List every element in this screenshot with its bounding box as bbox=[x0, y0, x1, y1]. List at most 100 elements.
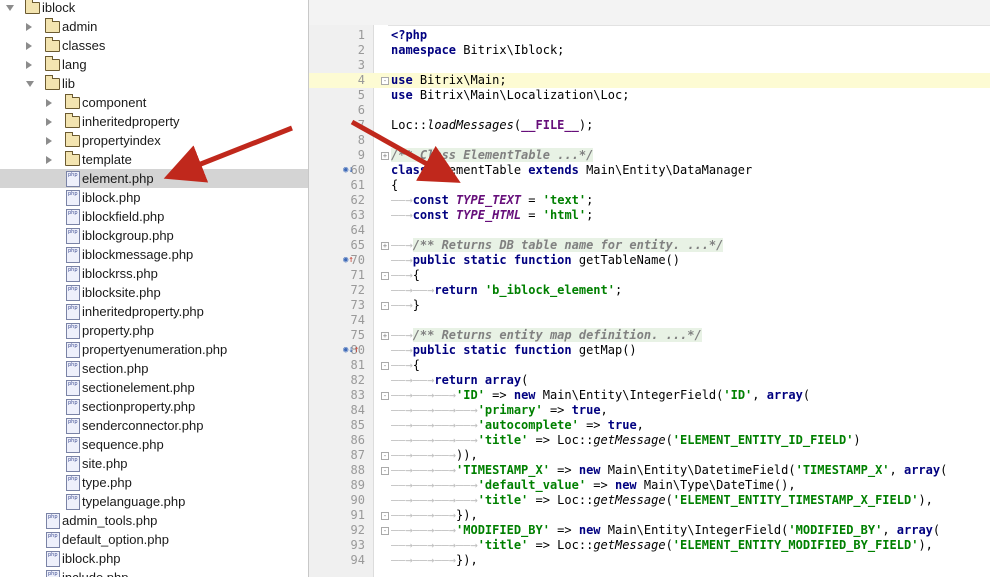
line-number: 88 bbox=[350, 463, 365, 477]
tree-file[interactable]: php property.php bbox=[0, 321, 308, 340]
gutter-marker-icon[interactable]: ◉↑ bbox=[343, 253, 354, 268]
code-line[interactable]: 64 bbox=[309, 223, 990, 238]
tree-file[interactable]: php type.php bbox=[0, 473, 308, 492]
fold-collapse-icon[interactable]: - bbox=[381, 302, 389, 310]
tree-file[interactable]: php sequence.php bbox=[0, 435, 308, 454]
chevron-right-icon[interactable] bbox=[26, 42, 32, 50]
fold-collapse-icon[interactable]: - bbox=[381, 467, 389, 475]
fold-collapse-icon[interactable]: - bbox=[381, 452, 389, 460]
code-line[interactable]: 73 - ——→} bbox=[309, 298, 990, 313]
tree-file[interactable]: php inheritedproperty.php bbox=[0, 302, 308, 321]
chevron-right-icon[interactable] bbox=[46, 118, 52, 126]
code-text: ——→——→——→}), bbox=[391, 508, 478, 522]
code-line[interactable]: 6 bbox=[309, 103, 990, 118]
tree-file[interactable]: php senderconnector.php bbox=[0, 416, 308, 435]
code-line[interactable]: 74 bbox=[309, 313, 990, 328]
code-line[interactable]: 91 - ——→——→——→}), bbox=[309, 508, 990, 523]
code-line[interactable]: 88 - ——→——→——→'TIMESTAMP_X' => new Main\En… bbox=[309, 463, 990, 478]
php-file-icon: php bbox=[66, 399, 80, 415]
fold-collapse-icon[interactable]: - bbox=[381, 512, 389, 520]
fold-collapse-icon[interactable]: - bbox=[381, 527, 389, 535]
code-line[interactable]: 60 ◉↓ class ElementTable extends Main\Enti… bbox=[309, 163, 990, 178]
code-line[interactable]: 84 ——→——→——→——→'primary' => true, bbox=[309, 403, 990, 418]
code-line[interactable]: 92 - ——→——→——→'MODIFIED_BY' => new Main\En… bbox=[309, 523, 990, 538]
code-text: ——→const TYPE_TEXT = 'text'; bbox=[391, 193, 594, 207]
code-line[interactable]: 5 use Bitrix\Main\Localization\Loc; bbox=[309, 88, 990, 103]
code-text: Loc::loadMessages(__FILE__); bbox=[391, 118, 594, 132]
tree-file[interactable]: php propertyenumeration.php bbox=[0, 340, 308, 359]
code-editor[interactable]: 1 <?php 2 namespace Bitrix\Iblock; 3 4- use Bi… bbox=[309, 0, 990, 577]
tree-file[interactable]: php iblockrss.php bbox=[0, 264, 308, 283]
folder-icon bbox=[65, 132, 80, 147]
chevron-right-icon[interactable] bbox=[46, 137, 52, 145]
fold-expand-icon[interactable]: + bbox=[381, 152, 389, 160]
code-line[interactable]: 90 ——→——→——→——→'title' => Loc::getMessage… bbox=[309, 493, 990, 508]
tree-file[interactable]: php iblock.php bbox=[0, 549, 308, 568]
tree-folder[interactable]: template bbox=[0, 150, 308, 169]
fold-expand-icon[interactable]: + bbox=[381, 242, 389, 250]
chevron-right-icon[interactable] bbox=[46, 99, 52, 107]
code-line[interactable]: 87 - ——→——→——→)), bbox=[309, 448, 990, 463]
code-line[interactable]: 93 ——→——→——→——→'title' => Loc::getMessage… bbox=[309, 538, 990, 553]
code-line[interactable]: 1 <?php bbox=[309, 28, 990, 43]
code-line[interactable]: 8 bbox=[309, 133, 990, 148]
gutter-marker-icon[interactable]: ◉↓↑ bbox=[343, 343, 359, 358]
code-text: ——→/** Returns DB table name for entity.… bbox=[391, 238, 724, 252]
code-line[interactable]: 72 ——→——→return 'b_iblock_element'; bbox=[309, 283, 990, 298]
tree-folder[interactable]: iblock bbox=[0, 0, 308, 17]
tree-file[interactable]: php admin_tools.php bbox=[0, 511, 308, 530]
code-line[interactable]: 4 - use Bitrix\Main; bbox=[309, 73, 990, 88]
code-line[interactable]: 63 ——→const TYPE_HTML = 'html'; bbox=[309, 208, 990, 223]
tree-folder[interactable]: inheritedproperty bbox=[0, 112, 308, 131]
tree-file[interactable]: phpinclude.php bbox=[0, 568, 308, 577]
tree-file[interactable]: php iblockmessage.php bbox=[0, 245, 308, 264]
code-line[interactable]: 2 namespace Bitrix\Iblock; bbox=[309, 43, 990, 58]
tree-file[interactable]: php section.php bbox=[0, 359, 308, 378]
chevron-right-icon[interactable] bbox=[26, 23, 32, 31]
code-line[interactable]: 80 ◉↓↑ ——→public static function getMap() bbox=[309, 343, 990, 358]
code-line[interactable]: 94 ——→——→——→}), bbox=[309, 553, 990, 568]
code-line[interactable]: 3 bbox=[309, 58, 990, 73]
tree-folder[interactable]: admin bbox=[0, 17, 308, 36]
fold-collapse-icon[interactable]: - bbox=[381, 362, 389, 370]
code-line[interactable]: 7 Loc::loadMessages(__FILE__); bbox=[309, 118, 990, 133]
chevron-right-icon[interactable] bbox=[26, 61, 32, 69]
code-line[interactable]: 81 - ——→{ bbox=[309, 358, 990, 373]
tree-folder[interactable]: classes bbox=[0, 36, 308, 55]
php-file-icon: php bbox=[46, 551, 60, 567]
tree-file[interactable]: php iblockfield.php bbox=[0, 207, 308, 226]
code-line[interactable]: 71 - ——→{ bbox=[309, 268, 990, 283]
code-line[interactable]: 85 ——→——→——→——→'autocomplete' => true, bbox=[309, 418, 990, 433]
tree-file[interactable]: php site.php bbox=[0, 454, 308, 473]
tree-file[interactable]: php default_option.php bbox=[0, 530, 308, 549]
tree-file[interactable]: php sectionproperty.php bbox=[0, 397, 308, 416]
fold-collapse-icon[interactable]: - bbox=[381, 77, 389, 85]
code-line[interactable]: 62 ——→const TYPE_TEXT = 'text'; bbox=[309, 193, 990, 208]
gutter-marker-icon[interactable]: ◉↓ bbox=[343, 163, 354, 178]
code-line[interactable]: 86 ——→——→——→——→'title' => Loc::getMessage… bbox=[309, 433, 990, 448]
tree-file[interactable]: php element.php bbox=[0, 169, 308, 188]
tree-file[interactable]: php typelanguage.php bbox=[0, 492, 308, 511]
fold-expand-icon[interactable]: + bbox=[381, 332, 389, 340]
code-line[interactable]: 75 + ——→/** Returns entity map definition.… bbox=[309, 328, 990, 343]
code-line[interactable]: 83 - ——→——→——→'ID' => new Main\Entity\Inte… bbox=[309, 388, 990, 403]
chevron-down-icon[interactable] bbox=[6, 5, 14, 11]
fold-collapse-icon[interactable]: - bbox=[381, 272, 389, 280]
tree-file[interactable]: php sectionelement.php bbox=[0, 378, 308, 397]
code-line[interactable]: 70 ◉↑ ——→public static function getTableNa… bbox=[309, 253, 990, 268]
code-line[interactable]: 65 + ——→/** Returns DB table name for enti… bbox=[309, 238, 990, 253]
tree-folder[interactable]: component bbox=[0, 93, 308, 112]
chevron-right-icon[interactable] bbox=[46, 156, 52, 164]
tree-folder[interactable]: lang bbox=[0, 55, 308, 74]
tree-folder[interactable]: lib bbox=[0, 74, 308, 93]
code-line[interactable]: 61 { bbox=[309, 178, 990, 193]
fold-collapse-icon[interactable]: - bbox=[381, 392, 389, 400]
chevron-down-icon[interactable] bbox=[26, 81, 34, 87]
code-line[interactable]: 89 ——→——→——→——→'default_value' => new Mai… bbox=[309, 478, 990, 493]
tree-file[interactable]: php iblocksite.php bbox=[0, 283, 308, 302]
code-line[interactable]: 9 +/** Class ElementTable ...*/ bbox=[309, 148, 990, 163]
code-line[interactable]: 82 ——→——→return array( bbox=[309, 373, 990, 388]
tree-file[interactable]: php iblock.php bbox=[0, 188, 308, 207]
tree-file[interactable]: php iblockgroup.php bbox=[0, 226, 308, 245]
tree-folder[interactable]: propertyindex bbox=[0, 131, 308, 150]
